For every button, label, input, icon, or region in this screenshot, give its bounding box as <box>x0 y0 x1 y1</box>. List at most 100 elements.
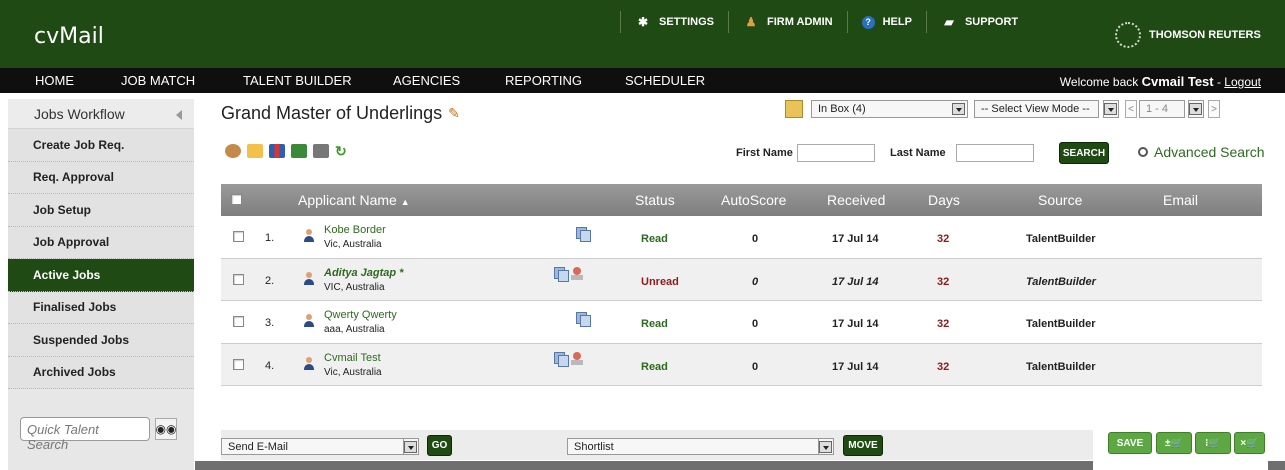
reuters-dots-icon <box>1115 22 1141 48</box>
status-badge: Read <box>641 318 668 330</box>
excel-export-icon[interactable] <box>291 144 307 158</box>
col-status[interactable]: Status <box>635 192 675 208</box>
email-action-select[interactable]: Send E-Mail <box>221 438 417 455</box>
applicant-person-icon <box>303 229 315 243</box>
col-source[interactable]: Source <box>1038 192 1082 208</box>
col-applicant-name[interactable]: Applicant Name ▲ <box>298 192 410 208</box>
sidebar-item-job-setup[interactable]: Job Setup <box>8 194 194 227</box>
binoculars-icon[interactable]: ◉◉ <box>155 418 177 440</box>
sidebar-header: Jobs Workflow <box>8 99 194 129</box>
nav-talent-builder[interactable]: TALENT BUILDER <box>243 73 352 88</box>
applicant-location: Vic, Australia <box>324 366 382 378</box>
main-nav: HOME JOB MATCH TALENT BUILDER AGENCIES R… <box>0 68 1285 93</box>
nav-home[interactable]: HOME <box>35 73 74 88</box>
applicant-name-link[interactable]: Qwerty Qwerty <box>324 309 397 321</box>
help-link[interactable]: ? HELP <box>846 11 926 33</box>
dropdown-arrow-icon <box>952 103 965 115</box>
quick-talent-search-input[interactable]: Quick Talent Search <box>20 417 150 452</box>
edit-pencil-icon[interactable]: ✎ <box>448 105 460 122</box>
received-date: 17 Jul 14 <box>832 360 879 373</box>
pager-range-select[interactable]: 1 - 4 <box>1139 100 1185 118</box>
applicant-name-link[interactable]: Aditya Jagtap * <box>324 267 403 279</box>
applicant-person-icon <box>303 271 315 286</box>
last-name-input[interactable] <box>956 144 1034 162</box>
first-name-input[interactable] <box>797 144 875 162</box>
sidebar-item-suspended-jobs[interactable]: Suspended Jobs <box>8 324 194 357</box>
nav-scheduler[interactable]: SCHEDULER <box>625 73 705 88</box>
logout-link[interactable]: Logout <box>1224 75 1261 89</box>
source-value: TalentBuilder <box>1026 275 1096 288</box>
autoscore-value: 0 <box>752 275 759 288</box>
source-value: TalentBuilder <box>1026 233 1096 245</box>
col-email[interactable]: Email <box>1163 192 1198 208</box>
nav-agencies[interactable]: AGENCIES <box>393 73 460 88</box>
applicant-name-link[interactable]: Kobe Border <box>324 224 386 236</box>
col-received[interactable]: Received <box>827 192 885 208</box>
add-person-icon[interactable] <box>225 144 241 158</box>
nav-job-match[interactable]: JOB MATCH <box>121 73 195 88</box>
pager-dropdown[interactable] <box>1188 100 1204 118</box>
table-row[interactable]: 3. Qwerty Qwerty aaa, Australia Read 0 17 Jul… <box>221 301 1262 344</box>
pager-next-button[interactable]: > <box>1208 100 1220 118</box>
sidebar-item-archived-jobs[interactable]: Archived Jobs <box>8 356 194 389</box>
inbox-select[interactable]: In Box (4) <box>811 100 968 118</box>
source-value: TalentBuilder <box>1026 360 1096 373</box>
shortlist-dropdown[interactable] <box>818 438 834 455</box>
duplicate-icon[interactable] <box>576 312 591 327</box>
pager-prev-button[interactable]: < <box>1125 100 1137 118</box>
applicant-person-icon <box>303 356 315 371</box>
bar-chart-icon[interactable] <box>269 144 285 158</box>
applicant-cell: Kobe Border Vic, Australia <box>324 224 386 250</box>
list-cart-icon[interactable]: ⁝🛒 <box>1195 432 1231 454</box>
sidebar-item-req-approval[interactable]: Req. Approval <box>8 161 194 194</box>
search-button[interactable]: SEARCH <box>1059 142 1109 164</box>
row-checkbox[interactable] <box>233 231 244 242</box>
go-button[interactable]: GO <box>427 435 452 456</box>
sort-asc-icon: ▲ <box>400 197 410 207</box>
remove-from-cart-icon[interactable]: ×🛒 <box>1234 432 1265 454</box>
jobs-workflow-sidebar: Jobs Workflow Create Job Req. Req. Appro… <box>8 99 194 470</box>
table-row[interactable]: 2. Aditya Jagtap * VIC, Australia Unread 0 17… <box>221 258 1262 301</box>
sidebar-item-job-approval[interactable]: Job Approval <box>8 226 194 259</box>
sidebar-item-finalised-jobs[interactable]: Finalised Jobs <box>8 291 194 324</box>
settings-link[interactable]: ✱ SETTINGS <box>620 11 728 33</box>
user-name: Cvmail Test <box>1141 74 1214 89</box>
save-button[interactable]: SAVE <box>1108 432 1152 454</box>
nav-reporting[interactable]: REPORTING <box>505 73 582 88</box>
received-date: 17 Jul 14 <box>832 318 879 330</box>
support-link[interactable]: ▰ SUPPORT <box>925 11 1032 33</box>
collapse-arrow-icon[interactable] <box>176 110 182 120</box>
applicant-location: aaa, Australia <box>324 324 385 335</box>
firm-admin-link[interactable]: ♟ FIRM ADMIN <box>728 11 847 33</box>
table-row[interactable]: 1. Kobe Border Vic, Australia Read 0 17 Jul 1… <box>221 216 1262 259</box>
view-mode-dropdown[interactable] <box>1103 100 1119 118</box>
sidebar-item-create-job-req[interactable]: Create Job Req. <box>8 129 194 162</box>
col-autoscore[interactable]: AutoScore <box>721 192 786 208</box>
move-button[interactable]: MOVE <box>843 435 883 456</box>
applicant-location: VIC, Australia <box>324 281 385 293</box>
select-all-checkbox[interactable] <box>231 194 242 205</box>
shortlist-select[interactable]: Shortlist <box>567 438 833 455</box>
row-checkbox[interactable] <box>233 316 244 327</box>
col-days[interactable]: Days <box>928 192 960 208</box>
refresh-icon[interactable]: ↻ <box>335 144 351 158</box>
alert-person-icon[interactable] <box>571 266 585 281</box>
app-logo[interactable]: cvMail <box>34 24 104 49</box>
print-icon[interactable] <box>313 144 329 158</box>
alert-person-icon[interactable] <box>571 351 585 366</box>
duplicate-icon[interactable] <box>554 351 569 367</box>
row-checkbox[interactable] <box>233 358 244 370</box>
view-controls: In Box (4) -- Select View Mode -- < 1 - … <box>785 100 1220 118</box>
row-checkbox[interactable] <box>233 273 244 285</box>
applicant-name-link[interactable]: Cvmail Test <box>324 352 382 364</box>
page-title: Grand Master of Underlings ✎ <box>221 103 460 123</box>
calendar-icon[interactable] <box>247 144 263 158</box>
view-mode-select[interactable]: -- Select View Mode -- <box>974 100 1099 118</box>
add-to-cart-icon[interactable]: ±🛒 <box>1156 432 1192 454</box>
table-row[interactable]: 4. Cvmail Test Vic, Australia Read 0 17 Jul 1… <box>221 343 1262 386</box>
advanced-search-link[interactable]: Advanced Search <box>1138 144 1265 160</box>
sidebar-item-active-jobs[interactable]: Active Jobs <box>8 259 194 292</box>
email-action-dropdown[interactable] <box>403 438 419 455</box>
duplicate-icon[interactable] <box>576 227 591 242</box>
duplicate-icon[interactable] <box>554 266 569 282</box>
